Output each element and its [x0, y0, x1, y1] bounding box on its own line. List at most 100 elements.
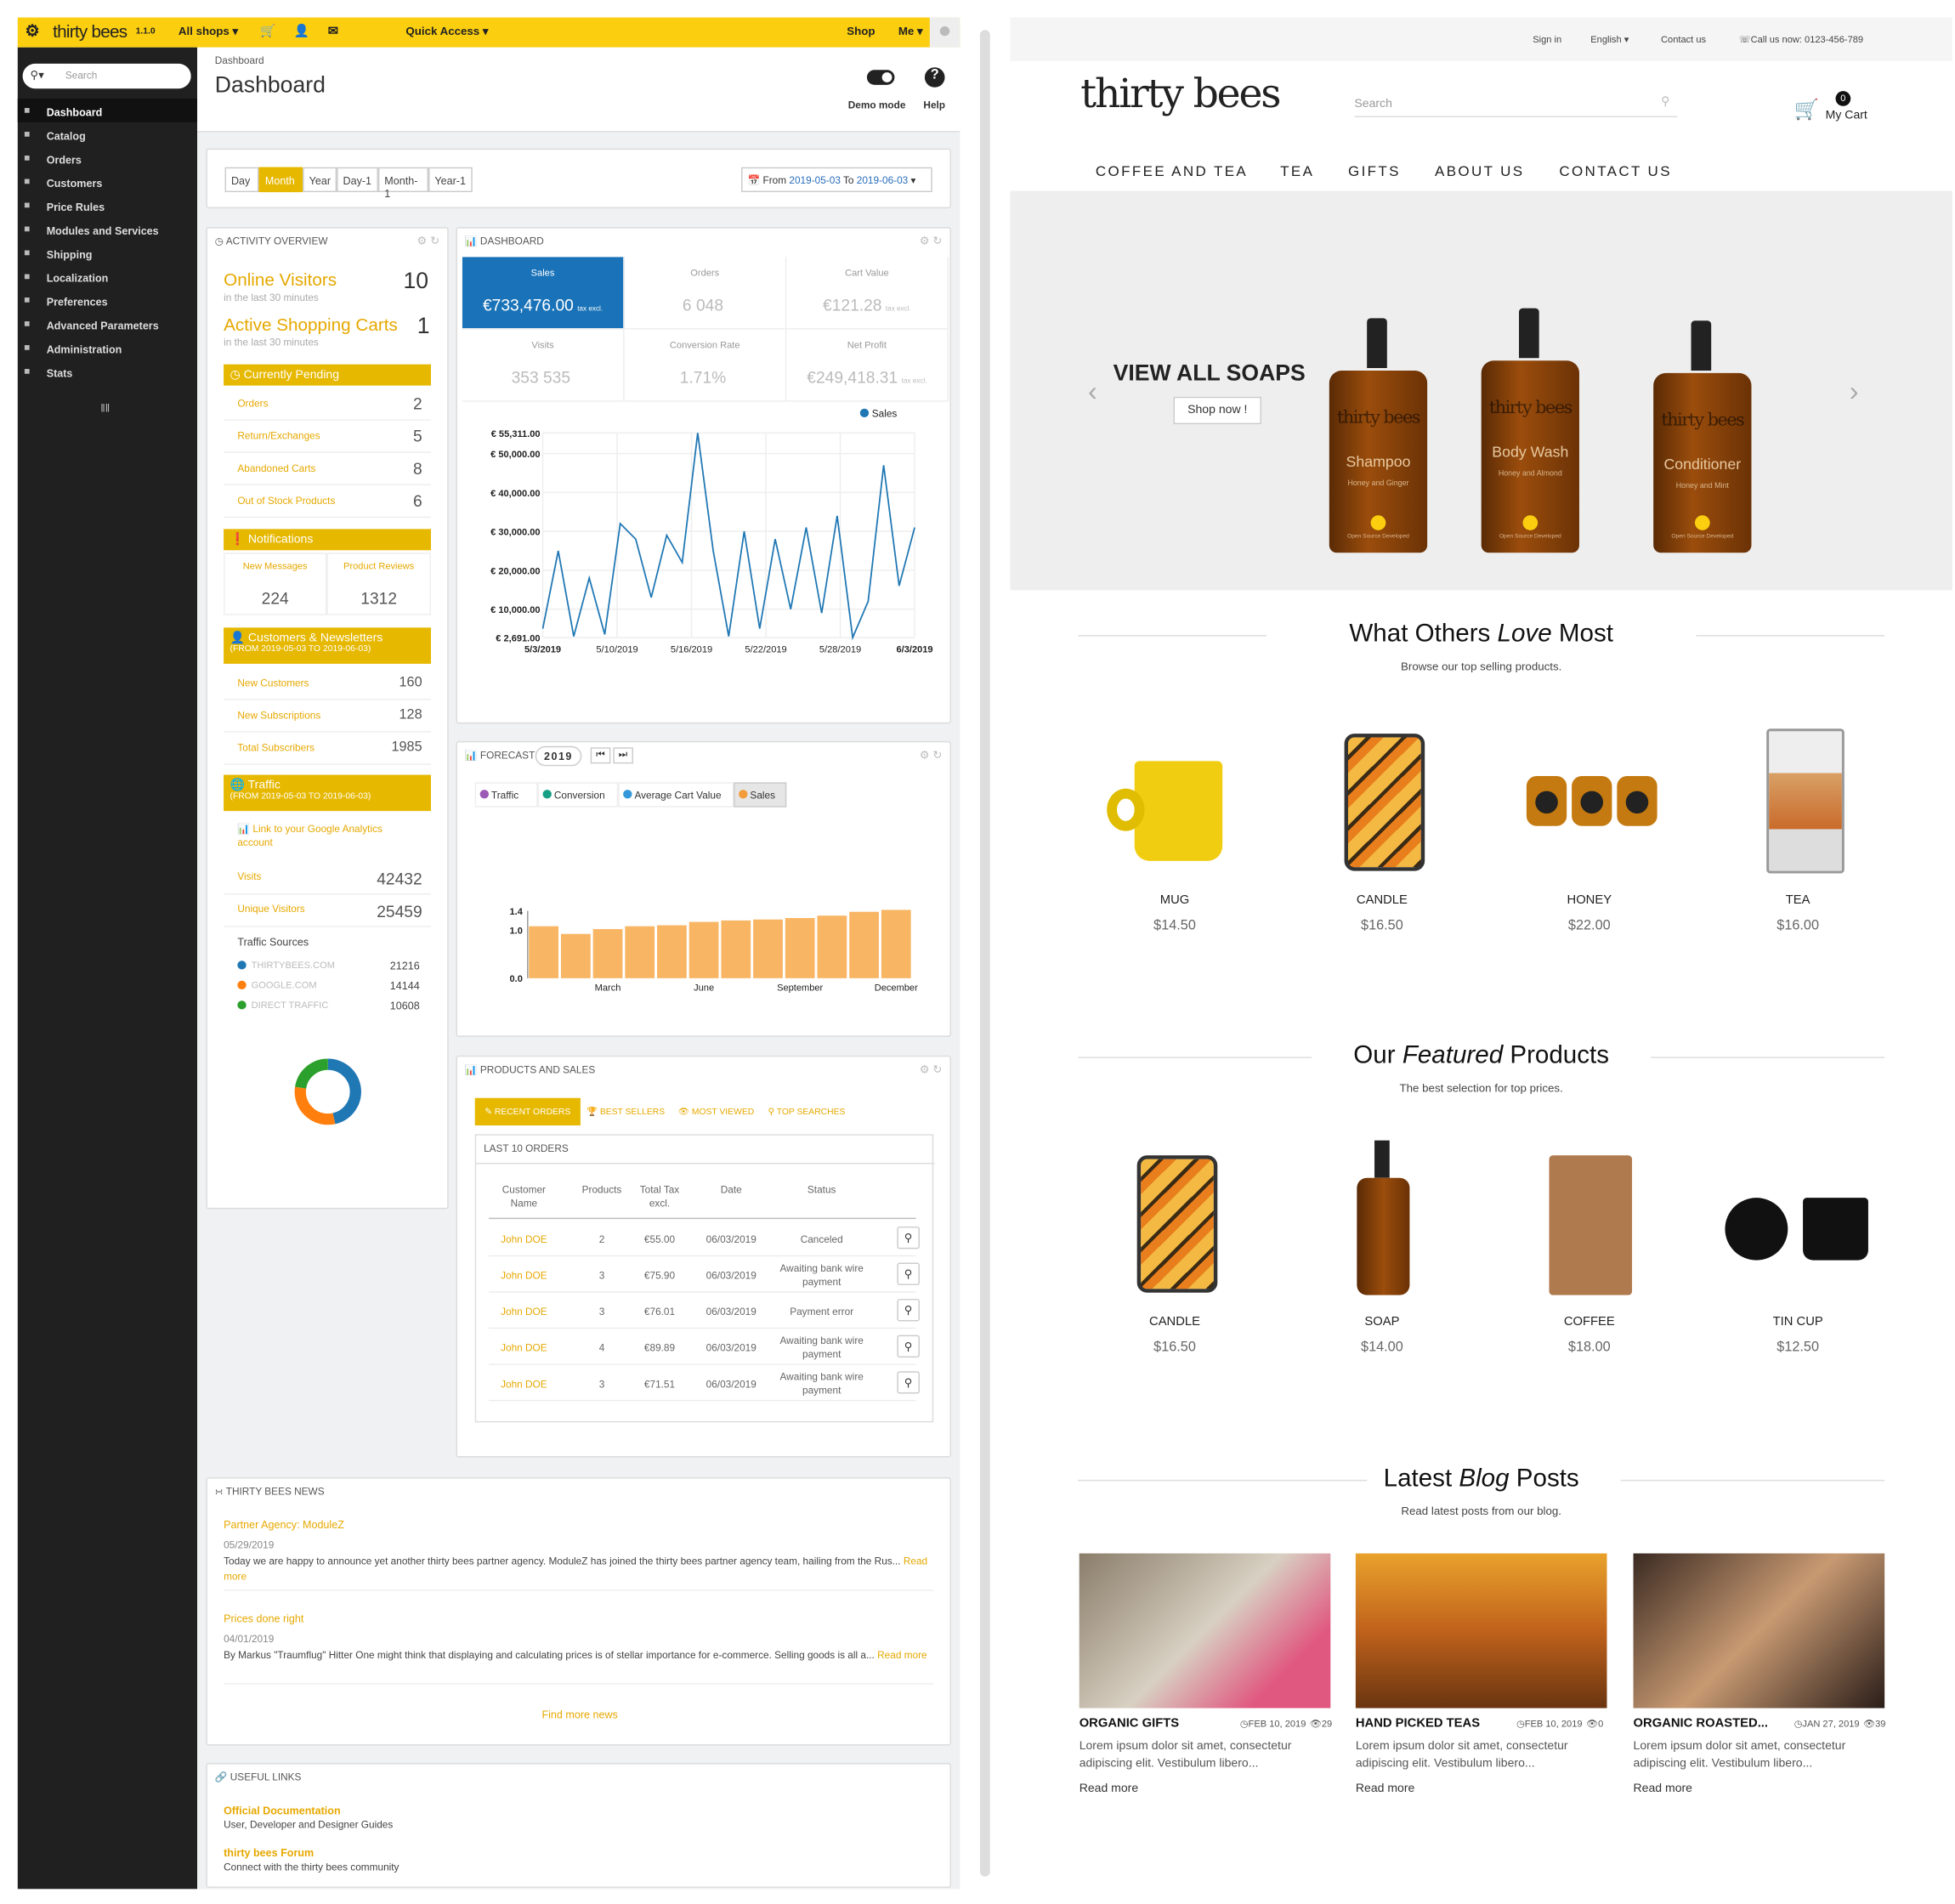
table-row[interactable]: John DOE 3 €71.51 06/03/2019 Awaiting bank w…: [488, 1365, 920, 1402]
scrollbar[interactable]: [979, 30, 990, 1877]
product-name[interactable]: COFFEE: [1495, 1315, 1684, 1329]
shops-dropdown[interactable]: All shops ▾: [178, 25, 238, 38]
kpi-orders[interactable]: Orders 6 048: [624, 257, 787, 330]
view-order-search-icon[interactable]: ⚲: [897, 1262, 920, 1285]
shop-link[interactable]: Shop: [847, 25, 875, 37]
admin-logo[interactable]: thirty bees: [53, 21, 128, 41]
shop-logo[interactable]: thirty bees: [1080, 70, 1281, 117]
user-icon[interactable]: 👤: [294, 25, 309, 38]
blog-read-more[interactable]: Read more: [1080, 1782, 1138, 1795]
cart-icon[interactable]: 🛒: [260, 25, 275, 38]
customer-link[interactable]: John DOE: [489, 1269, 559, 1283]
kpi-conversion-rate[interactable]: Conversion Rate 1.71%: [624, 329, 787, 402]
pending-row[interactable]: Orders 2: [224, 388, 431, 421]
tin-cup-image[interactable]: [1722, 1133, 1873, 1295]
hero-slider[interactable]: ‹ › VIEW ALL SOAPS Shop now ! thirty bee…: [1010, 190, 1952, 591]
sidebar-item-modules-and-services[interactable]: ■ Modules and Services: [18, 217, 197, 241]
nav-gifts[interactable]: GIFTS: [1348, 165, 1401, 180]
product-name[interactable]: MUG: [1080, 893, 1269, 907]
view-order-search-icon[interactable]: ⚲: [897, 1226, 920, 1250]
help-icon[interactable]: ?: [924, 67, 945, 88]
next-year-button[interactable]: ⏭: [613, 747, 633, 764]
avatar[interactable]: ●: [929, 17, 960, 48]
customer-link[interactable]: John DOE: [489, 1305, 559, 1318]
forecast-legend-sales[interactable]: Sales: [734, 782, 787, 808]
forecast-legend-conversion[interactable]: Conversion: [537, 782, 619, 808]
cart-icon[interactable]: 🛒: [1794, 97, 1819, 122]
read-more-link[interactable]: Read more: [877, 1650, 927, 1661]
view-order-search-icon[interactable]: ⚲: [897, 1299, 920, 1322]
tab-top-searches[interactable]: ⚲ TOP SEARCHES: [762, 1098, 852, 1125]
me-dropdown[interactable]: Me ▾: [898, 25, 923, 38]
table-row[interactable]: John DOE 2 €55.00 06/03/2019 Canceled ⚲: [488, 1221, 920, 1257]
period-button-month[interactable]: Month: [258, 167, 303, 193]
panel-config-icon[interactable]: ⚙ ↻: [417, 235, 440, 248]
legend-label[interactable]: Sales: [872, 408, 898, 419]
slider-next-arrow[interactable]: ›: [1850, 376, 1859, 408]
pending-row[interactable]: Return/Exchanges 5: [224, 421, 431, 453]
sidebar-item-stats[interactable]: ■ Stats: [18, 360, 197, 383]
quick-access-dropdown[interactable]: Quick Access ▾: [405, 25, 488, 38]
demo-mode-toggle[interactable]: [866, 70, 895, 85]
kpi-visits[interactable]: Visits 353 535: [462, 329, 625, 402]
view-order-search-icon[interactable]: ⚲: [897, 1371, 920, 1394]
mail-icon[interactable]: ✉: [328, 25, 338, 38]
sidebar-item-price-rules[interactable]: ■ Price Rules: [18, 194, 197, 218]
customers-row[interactable]: New Subscriptions 128: [224, 700, 431, 733]
soap-image[interactable]: [1306, 1133, 1457, 1295]
panel-config-icon[interactable]: ⚙ ↻: [920, 1063, 943, 1077]
product-name[interactable]: TEA: [1703, 893, 1892, 907]
google-analytics-link[interactable]: 📊 Link to your Google Analytics account: [237, 822, 413, 849]
find-more-news-link[interactable]: Find more news: [207, 1708, 953, 1721]
news-item-title[interactable]: Prices done right: [224, 1612, 303, 1625]
blog-post-title[interactable]: ORGANIC GIFTS: [1080, 1717, 1179, 1731]
candle-image[interactable]: [1306, 711, 1457, 874]
shop-search-input[interactable]: Search ⚲: [1354, 93, 1678, 117]
product-reviews-box[interactable]: Product Reviews 1312: [326, 552, 431, 615]
table-row[interactable]: John DOE 3 €76.01 06/03/2019 Payment error ⚲: [488, 1293, 920, 1329]
tab-recent-orders[interactable]: ✎ RECENT ORDERS: [474, 1097, 581, 1126]
kpi-cart-value[interactable]: Cart Value €121.28 tax excl.: [786, 257, 949, 330]
sidebar-item-advanced-parameters[interactable]: ■ Advanced Parameters: [18, 312, 197, 336]
panel-config-icon[interactable]: ⚙ ↻: [920, 235, 943, 248]
mug-image[interactable]: [1099, 711, 1250, 874]
table-row[interactable]: John DOE 4 €89.89 06/03/2019 Awaiting bank w…: [488, 1329, 920, 1365]
admin-search-input[interactable]: ⚲▾ Search: [22, 63, 191, 89]
forecast-legend-traffic[interactable]: Traffic: [474, 782, 538, 808]
pending-row[interactable]: Out of Stock Products 6: [224, 485, 431, 518]
slider-prev-arrow[interactable]: ‹: [1088, 376, 1097, 408]
panel-config-icon[interactable]: ⚙ ↻: [920, 749, 943, 762]
sidebar-item-preferences[interactable]: ■ Preferences: [18, 288, 197, 312]
blog-read-more[interactable]: Read more: [1634, 1782, 1692, 1795]
blog-read-more[interactable]: Read more: [1356, 1782, 1414, 1795]
kpi-sales[interactable]: Sales €733,476.00 tax excl.: [462, 257, 625, 330]
pending-row[interactable]: Abandoned Carts 8: [224, 453, 431, 486]
useful-link[interactable]: thirty bees Forum: [224, 1846, 314, 1859]
useful-link[interactable]: Official Documentation: [224, 1805, 341, 1817]
tab-most-viewed[interactable]: 👁 MOST VIEWED: [671, 1098, 761, 1125]
period-button-year-1[interactable]: Year-1: [428, 167, 473, 193]
kpi-net-profit[interactable]: Net Profit €249,418.31 tax excl.: [786, 329, 949, 402]
blog-post-image[interactable]: [1355, 1553, 1607, 1708]
product-name[interactable]: SOAP: [1288, 1315, 1476, 1329]
customer-link[interactable]: John DOE: [489, 1341, 559, 1355]
nav-tea[interactable]: TEA: [1280, 165, 1314, 180]
table-row[interactable]: John DOE 3 €75.90 06/03/2019 Awaiting bank w…: [488, 1256, 920, 1293]
my-cart-link[interactable]: My Cart: [1826, 109, 1867, 122]
product-name[interactable]: TIN CUP: [1703, 1315, 1892, 1329]
collapse-menu-icon[interactable]: ‖‖: [100, 402, 110, 415]
new-messages-box[interactable]: New Messages 224: [224, 552, 327, 615]
date-range-picker[interactable]: 📅 From 2019-05-03 To 2019-06-03 ▾: [741, 167, 932, 193]
nav-coffee-and-tea[interactable]: COFFEE AND TEA: [1096, 165, 1248, 180]
sidebar-item-catalog[interactable]: ■ Catalog: [18, 122, 197, 146]
coffee-image[interactable]: [1514, 1133, 1664, 1295]
tab-best-sellers[interactable]: 🏆 BEST SELLERS: [581, 1098, 671, 1125]
customer-link[interactable]: John DOE: [489, 1378, 559, 1391]
tea-image[interactable]: [1722, 711, 1873, 874]
period-button-month-1[interactable]: Month-1: [377, 167, 429, 200]
sidebar-item-localization[interactable]: ■ Localization: [18, 264, 197, 288]
view-order-search-icon[interactable]: ⚲: [897, 1334, 920, 1358]
product-name[interactable]: CANDLE: [1080, 1315, 1269, 1329]
period-button-year[interactable]: Year: [303, 167, 337, 193]
sidebar-item-orders[interactable]: ■ Orders: [18, 146, 197, 170]
